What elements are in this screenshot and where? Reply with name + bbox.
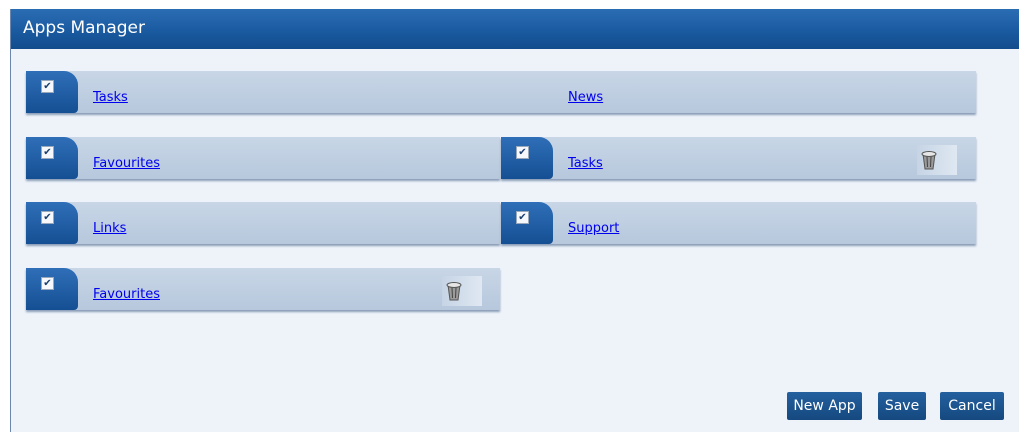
app-row-support: ✔ Support xyxy=(501,202,976,244)
apps-manager-window: Apps Manager ✔ Tasks News ✔ Favourites ✔… xyxy=(10,9,1019,432)
app-link-links[interactable]: Links xyxy=(93,221,126,236)
app-link-tasks-2[interactable]: Tasks xyxy=(568,156,603,171)
trash-can-icon[interactable] xyxy=(442,276,482,306)
app-checkbox-favourites-2[interactable]: ✔ xyxy=(41,277,54,290)
app-row-favourites-2: ✔ Favourites xyxy=(26,268,500,310)
app-row-tasks-news: ✔ Tasks News xyxy=(26,71,976,113)
app-checkbox-favourites[interactable]: ✔ xyxy=(41,146,54,159)
app-checkbox-tasks[interactable]: ✔ xyxy=(41,80,54,93)
app-checkbox-tasks-2[interactable]: ✔ xyxy=(516,146,529,159)
app-checkbox-links[interactable]: ✔ xyxy=(41,211,54,224)
app-link-news[interactable]: News xyxy=(568,90,603,105)
app-row-links: ✔ Links xyxy=(26,202,500,244)
trash-can-icon[interactable] xyxy=(917,145,957,175)
app-checkbox-support[interactable]: ✔ xyxy=(516,211,529,224)
app-row-favourites: ✔ Favourites xyxy=(26,137,500,179)
app-tab: ✔ xyxy=(501,202,553,244)
app-tab: ✔ xyxy=(26,268,78,310)
app-link-favourites[interactable]: Favourites xyxy=(93,156,160,171)
app-tab: ✔ xyxy=(26,71,78,113)
window-title: Apps Manager xyxy=(11,9,1019,49)
new-app-button[interactable]: New App xyxy=(787,392,862,420)
app-row-tasks: ✔ Tasks xyxy=(501,137,976,179)
app-tab: ✔ xyxy=(501,137,553,179)
app-link-support[interactable]: Support xyxy=(568,221,619,236)
app-link-tasks[interactable]: Tasks xyxy=(93,90,128,105)
save-button[interactable]: Save xyxy=(878,392,926,420)
cancel-button[interactable]: Cancel xyxy=(940,392,1004,420)
app-link-favourites-2[interactable]: Favourites xyxy=(93,287,160,302)
app-tab: ✔ xyxy=(26,137,78,179)
app-tab: ✔ xyxy=(26,202,78,244)
